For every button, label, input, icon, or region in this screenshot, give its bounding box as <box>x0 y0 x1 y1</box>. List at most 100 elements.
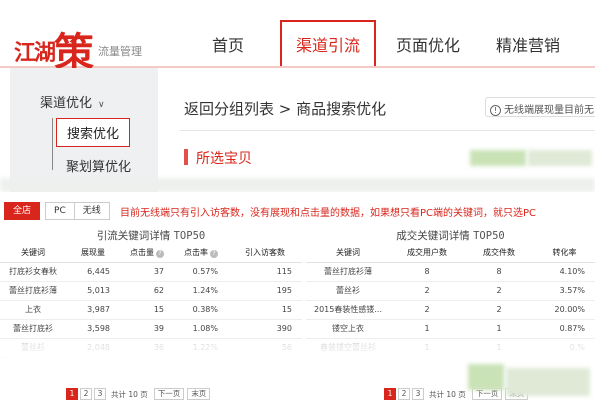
nav-channel-traffic[interactable]: 渠道引流 <box>280 20 376 66</box>
page-button-current[interactable]: 1 <box>66 388 78 400</box>
next-page-button[interactable]: 下一页 <box>153 388 185 400</box>
impressions-cell: 6,445 <box>66 262 120 282</box>
impressions-cell: 3,598 <box>66 319 120 339</box>
info-hint-text: 无线端展现量目前无 <box>504 105 594 116</box>
column-header[interactable]: 展现量 <box>66 244 120 263</box>
column-header-text: 点击量 <box>130 248 154 258</box>
sidebar-group-label: 渠道优化 <box>40 96 93 111</box>
page-button[interactable]: 2 <box>80 388 92 400</box>
column-header[interactable]: 关键词 <box>306 244 390 263</box>
fade-overlay <box>236 366 376 412</box>
ctr-cell: 1.08% <box>174 319 228 339</box>
panel-title-text: 成交关键词详情 <box>396 230 470 242</box>
column-header[interactable]: 关键词 <box>0 244 66 263</box>
clicks-cell: 62 <box>120 281 174 301</box>
ctr-cell: 0.38% <box>174 300 228 320</box>
column-header-text: 点击率 <box>184 248 208 258</box>
help-icon[interactable]: ? <box>156 250 164 259</box>
page-total: 共计 10 页 <box>111 389 148 399</box>
ctr-cell: 0.57% <box>174 262 228 282</box>
blurred-redaction <box>506 368 590 396</box>
help-icon[interactable]: ? <box>210 250 218 259</box>
last-page-button[interactable]: 末页 <box>187 388 211 400</box>
keyword-cell: 2015春装性感镂... <box>306 300 390 320</box>
page-total: 共计 10 页 <box>429 389 466 399</box>
fade-overlay <box>0 342 595 366</box>
items-cell: 2 <box>464 300 534 320</box>
clicks-cell: 39 <box>120 319 174 339</box>
page-button[interactable]: 3 <box>94 388 106 400</box>
keyword-cell: 蕾丝打底衫薄 <box>306 262 390 282</box>
table-row: 打底衫女春秋 6,445 37 0.57% 115 <box>0 262 302 282</box>
column-header[interactable]: 点击量? <box>120 244 174 263</box>
logo-brand: 江湖策 <box>14 14 94 76</box>
impressions-cell: 3,987 <box>66 300 120 320</box>
visitors-cell: 390 <box>228 319 302 339</box>
keyword-cell: 蕾丝衫 <box>306 281 390 301</box>
left-pager: 1 2 3 共计 10 页 下一页 末页 <box>66 388 211 400</box>
buyers-cell: 8 <box>390 262 464 282</box>
column-header[interactable]: 点击率? <box>174 244 228 263</box>
items-cell: 1 <box>464 319 534 339</box>
logo[interactable]: 江湖策 流量管理 <box>14 8 154 76</box>
keyword-cell: 上衣 <box>0 300 66 320</box>
blurred-redaction <box>470 150 526 166</box>
items-cell: 8 <box>464 262 534 282</box>
panel-title-text: 引流关键词详情 <box>96 230 171 242</box>
sidebar-item-juhuasuan-optimize[interactable]: 聚划算优化 <box>66 156 131 175</box>
column-header[interactable]: 引入访客数 <box>228 244 302 263</box>
traffic-keywords-table: 关键词 展现量 点击量? 点击率? 引入访客数 打底衫女春秋 6,445 37 … <box>0 244 302 358</box>
page-button[interactable]: 3 <box>412 388 424 400</box>
buyers-cell: 2 <box>390 300 464 320</box>
panel-title-badge: TOP50 <box>473 230 505 242</box>
visitors-cell: 15 <box>228 300 302 320</box>
nav-home[interactable]: 首页 <box>180 22 276 66</box>
clicks-cell: 37 <box>120 262 174 282</box>
visitors-cell: 195 <box>228 281 302 301</box>
column-header[interactable]: 成交用户数 <box>390 244 464 263</box>
logo-tagline: 流量管理 <box>98 45 142 58</box>
toggle-wireless[interactable]: 无线 <box>73 202 110 220</box>
table-header-row: 关键词 成交用户数 成交件数 转化率 <box>306 244 595 263</box>
items-cell: 2 <box>464 281 534 301</box>
clicks-cell: 15 <box>120 300 174 320</box>
page-button[interactable]: 2 <box>398 388 410 400</box>
sidebar-item-search-optimize[interactable]: 搜索优化 <box>56 118 131 147</box>
table-row: 镂空上衣 1 1 0.87% <box>306 319 595 339</box>
table-row: 2015春装性感镂... 2 2 20.00% <box>306 300 595 320</box>
nav-precise-marketing[interactable]: 精准营销 <box>480 22 576 66</box>
chevron-down-icon: ∨ <box>98 100 105 110</box>
page-button-current[interactable]: 1 <box>384 388 396 400</box>
toggle-all-store[interactable]: 全店 <box>4 202 41 220</box>
conversion-cell: 20.00% <box>534 300 595 320</box>
column-header[interactable]: 转化率 <box>534 244 595 263</box>
conversion-keywords-panel: 成交关键词详情 TOP50 关键词 成交用户数 成交件数 转化率 蕾丝打底衫薄 … <box>306 228 595 358</box>
info-hint: ! 无线端展现量目前无 <box>485 97 595 117</box>
conversion-cell: 3.57% <box>534 281 595 301</box>
toggle-pc[interactable]: PC <box>45 202 75 220</box>
visitors-cell: 115 <box>228 262 302 282</box>
blurred-redaction <box>0 178 595 192</box>
table-header-row: 关键词 展现量 点击量? 点击率? 引入访客数 <box>0 244 302 263</box>
table-row: 上衣 3,987 15 0.38% 15 <box>0 300 302 320</box>
keyword-cell: 打底衫女春秋 <box>0 262 66 282</box>
sidebar-group-channel[interactable]: 渠道优化 ∨ <box>40 92 105 111</box>
keyword-cell: 镂空上衣 <box>306 319 390 339</box>
keyword-cell: 蕾丝打底衫薄 <box>0 281 66 301</box>
nav-page-optimize[interactable]: 页面优化 <box>380 22 476 66</box>
fade-overlay <box>0 366 60 412</box>
breadcrumb[interactable]: 返回分组列表 > 商品搜索优化 <box>184 98 386 119</box>
conversion-cell: 0.87% <box>534 319 595 339</box>
device-toggle: 全店 PC 无线 <box>4 202 110 220</box>
panel-title: 成交关键词详情 TOP50 <box>306 228 595 244</box>
column-header[interactable]: 成交件数 <box>464 244 534 263</box>
traffic-keywords-panel: 引流关键词详情 TOP50 关键词 展现量 点击量? 点击率? 引入访客数 打底… <box>0 228 302 358</box>
sidebar-tree-line <box>52 118 53 170</box>
main-nav: 首页 渠道引流 页面优化 精准营销 <box>180 20 580 66</box>
bottom-panel: 全店 PC 无线 目前无线端只有引入访客数，没有展现和点击量的数据，如果想只看P… <box>0 192 595 412</box>
divider <box>180 130 595 131</box>
table-row: 蕾丝衫 2 2 3.57% <box>306 281 595 301</box>
top-panel: 江湖策 流量管理 首页 渠道引流 页面优化 精准营销 渠道优化 ∨ 搜索优化 聚划… <box>0 0 595 192</box>
sidebar: 渠道优化 ∨ 搜索优化 聚划算优化 <box>10 68 158 192</box>
conversion-keywords-table: 关键词 成交用户数 成交件数 转化率 蕾丝打底衫薄 8 8 4.10% 蕾丝衫 … <box>306 244 595 358</box>
